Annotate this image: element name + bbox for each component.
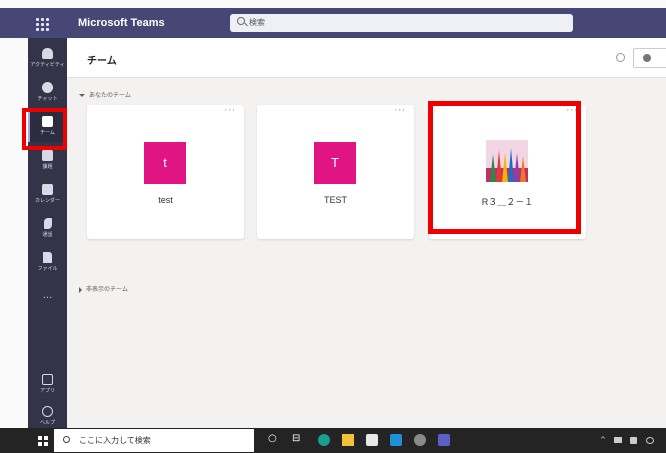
more-options-icon[interactable]: ··· — [224, 106, 236, 116]
chat-icon — [42, 82, 53, 93]
people-add-icon — [643, 54, 651, 62]
calendar-icon — [42, 184, 53, 195]
rail-item-label: アクティビティ — [30, 62, 65, 68]
rail-item-label: 課題 — [42, 164, 53, 170]
chevron-down-icon — [79, 286, 82, 293]
rail-item-chat[interactable]: チャット — [28, 78, 67, 108]
section-label: あなたのチーム — [89, 92, 131, 99]
bell-icon — [42, 48, 53, 59]
rail-item-label: ヘルプ — [39, 420, 55, 426]
section-your-teams[interactable]: あなたのチーム — [79, 90, 131, 99]
app-title: Microsoft Teams — [78, 17, 165, 29]
file-explorer-icon[interactable] — [342, 434, 354, 446]
team-card-test[interactable]: ··· t test — [87, 105, 244, 239]
chevron-down-icon — [79, 94, 85, 97]
windows-taskbar: ここに入力して検索 ○ ⊟ ^ — [0, 428, 666, 453]
store-icon[interactable] — [366, 434, 378, 446]
rail-item-label: 通話 — [42, 232, 53, 238]
chevron-up-icon[interactable]: ^ — [600, 436, 606, 444]
rail-item-apps[interactable]: アプリ — [28, 370, 67, 400]
more-apps-button[interactable]: ... — [28, 290, 67, 301]
rail-item-files[interactable]: ファイル — [28, 248, 67, 278]
notification-icon[interactable] — [646, 437, 654, 444]
team-avatar: T — [314, 142, 356, 184]
team-card-TEST[interactable]: ··· T TEST — [257, 105, 414, 239]
team-name: TEST — [323, 195, 347, 205]
teams-app-icon[interactable] — [438, 434, 450, 446]
search-icon — [63, 436, 70, 443]
rail-item-label: ファイル — [37, 266, 58, 272]
section-hidden-teams[interactable]: 非表示のチーム — [79, 284, 128, 293]
search-icon — [237, 17, 245, 25]
gear-icon[interactable] — [616, 53, 625, 62]
highlight-box-teams-rail — [22, 108, 67, 150]
teams-top-bar: Microsoft Teams 検索 — [0, 8, 666, 38]
join-or-create-team-button[interactable] — [633, 48, 666, 68]
help-icon — [42, 406, 53, 417]
rail-item-label: アプリ — [39, 388, 55, 394]
rail-item-label: チャット — [37, 96, 58, 102]
edge-icon[interactable] — [318, 434, 330, 446]
search-placeholder: 検索 — [249, 18, 265, 27]
more-options-icon[interactable]: ··· — [394, 106, 406, 116]
volume-icon[interactable] — [630, 437, 637, 444]
task-view-icon[interactable]: ⊟ — [292, 433, 304, 445]
taskbar-search-input[interactable]: ここに入力して検索 — [54, 429, 254, 452]
highlight-box-team-card — [428, 101, 581, 234]
rail-item-label: カレンダー — [34, 198, 60, 204]
assignments-icon — [42, 150, 53, 161]
cortana-icon[interactable]: ○ — [268, 433, 280, 445]
mail-icon[interactable] — [390, 434, 402, 446]
screenshot-frame: Microsoft Teams 検索 アクティビティ チャット チーム 課題 カ… — [0, 0, 666, 453]
app-bar: アクティビティ チャット チーム 課題 カレンダー 通話 ファイル ... アプ… — [28, 38, 67, 428]
rail-item-calls[interactable]: 通話 — [28, 214, 67, 244]
windows-start-icon[interactable] — [38, 436, 48, 446]
rail-item-assignments[interactable]: 課題 — [28, 146, 67, 176]
file-icon — [43, 252, 52, 263]
section-label: 非表示のチーム — [86, 286, 128, 293]
rail-item-calendar[interactable]: カレンダー — [28, 180, 67, 210]
taskbar-search-placeholder: ここに入力して検索 — [79, 436, 151, 445]
network-icon[interactable] — [614, 437, 622, 443]
page-header: チーム — [67, 38, 666, 78]
page-title: チーム — [87, 56, 117, 67]
search-input[interactable]: 検索 — [230, 14, 573, 32]
team-name: test — [158, 195, 173, 205]
phone-icon — [44, 218, 52, 229]
rail-item-activity[interactable]: アクティビティ — [28, 44, 67, 74]
team-avatar: t — [144, 142, 186, 184]
app-launcher-icon[interactable] — [36, 18, 50, 32]
apps-icon — [42, 374, 53, 385]
settings-app-icon[interactable] — [414, 434, 426, 446]
